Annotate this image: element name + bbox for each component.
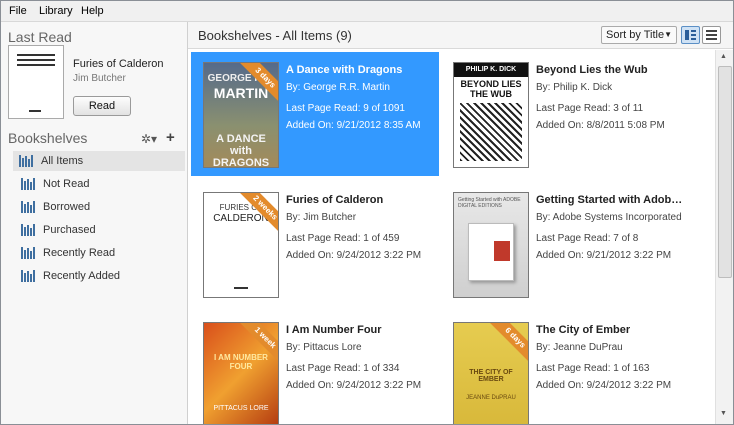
book-author: By: Adobe Systems Incorporated	[536, 212, 682, 223]
book-cover: PHILIP K. DICK BEYOND LIES THE WUB	[453, 62, 529, 168]
book-added: Added On: 9/21/2012 3:22 PM	[536, 250, 672, 261]
sidebar: Last Read Furies of Calderon Jim Butcher…	[1, 22, 188, 424]
book-author: By: Jeanne DuPrau	[536, 342, 623, 353]
shelf-borrowed[interactable]: Borrowed	[15, 197, 185, 217]
book-card[interactable]: GEORGE R.R. MARTIN A DANCE with DRAGONS …	[191, 52, 439, 176]
book-cover: I AM NUMBER FOUR PITTACUS LORE 1 week	[203, 322, 279, 424]
book-added: Added On: 9/21/2012 8:35 AM	[286, 120, 421, 131]
book-author: By: Jim Butcher	[286, 212, 357, 223]
last-read-cover[interactable]	[8, 45, 64, 119]
scroll-down-icon[interactable]: ▼	[720, 410, 727, 417]
book-card[interactable]: PHILIP K. DICK BEYOND LIES THE WUB Beyon…	[441, 52, 689, 176]
shelf-all-items[interactable]: All Items	[13, 151, 185, 171]
menu-help[interactable]: Help	[81, 5, 104, 17]
book-title: A Dance with Dragons	[286, 64, 403, 76]
book-cover: FURIES OF CALDERON 2 weeks	[203, 192, 279, 298]
page-title: Bookshelves - All Items (9)	[198, 28, 352, 43]
book-added: Added On: 8/8/2011 5:08 PM	[536, 120, 665, 131]
bookshelf-icon	[21, 178, 35, 190]
book-added: Added On: 9/24/2012 3:22 PM	[286, 380, 422, 391]
list-view-button[interactable]	[702, 26, 721, 44]
book-author: By: Philip K. Dick	[536, 82, 613, 93]
new-ribbon: 6 days	[485, 323, 528, 368]
cover-text: I AM NUMBER FOUR	[214, 353, 268, 371]
book-added: Added On: 9/24/2012 3:22 PM	[536, 380, 672, 391]
bookshelf-icon	[21, 201, 35, 213]
gear-icon[interactable]: ✲▾	[141, 132, 157, 146]
scroll-up-icon[interactable]: ▲	[720, 53, 727, 60]
bookshelf-icon	[19, 155, 33, 167]
menu-file[interactable]: File	[9, 5, 27, 17]
cover-text: BEYOND LIES THE WUB	[460, 79, 522, 99]
shelf-recently-read[interactable]: Recently Read	[15, 243, 185, 263]
shelf-label: Borrowed	[43, 201, 91, 213]
cover-text: JEANNE DuPRAU	[466, 395, 516, 401]
grid-view-icon	[685, 30, 696, 40]
book-pages: Last Page Read: 1 of 334	[286, 363, 400, 374]
scroll-thumb[interactable]	[718, 66, 732, 278]
shelf-label: All Items	[41, 155, 84, 167]
book-cover: THE CITY OF EMBER JEANNE DuPRAU 6 days	[453, 322, 529, 424]
main-panel: Bookshelves - All Items (9) Sort by Titl…	[188, 22, 733, 424]
shelf-label: Recently Added	[43, 270, 121, 282]
cover-text: Getting Started with ADOBE DIGITAL EDITI…	[458, 197, 521, 209]
book-title: Furies of Calderon	[286, 194, 384, 206]
book-card[interactable]: Getting Started with ADOBE DIGITAL EDITI…	[441, 182, 689, 306]
bookshelves-heading: Bookshelves	[8, 130, 88, 146]
book-pages: Last Page Read: 1 of 163	[536, 363, 650, 374]
app-window: File Library Help Last Read Furies of Ca…	[0, 0, 734, 425]
book-title: Beyond Lies the Wub	[536, 64, 648, 76]
vertical-scrollbar[interactable]: ▲ ▼	[715, 50, 733, 424]
shelf-label: Not Read	[43, 178, 90, 190]
book-pages: Last Page Read: 9 of 1091	[286, 103, 405, 114]
book-pages: Last Page Read: 1 of 459	[286, 233, 400, 244]
last-read-title: Furies of Calderon	[73, 58, 164, 70]
book-author: By: George R.R. Martin	[286, 82, 390, 93]
menu-library[interactable]: Library	[39, 5, 73, 17]
shelf-recently-added[interactable]: Recently Added	[15, 266, 185, 286]
chevron-down-icon: ▼	[664, 30, 672, 39]
list-view-icon	[706, 30, 717, 40]
add-icon[interactable]: +	[166, 129, 175, 146]
book-card[interactable]: I AM NUMBER FOUR PITTACUS LORE 1 week I …	[191, 312, 439, 424]
main-header: Bookshelves - All Items (9) Sort by Titl…	[188, 22, 733, 49]
book-card[interactable]: THE CITY OF EMBER JEANNE DuPRAU 6 days T…	[441, 312, 689, 424]
cover-text: THE CITY OF EMBER	[469, 369, 513, 383]
book-title: I Am Number Four	[286, 324, 382, 336]
sort-dropdown[interactable]: Sort by Title ▼	[601, 26, 677, 44]
book-pages: Last Page Read: 7 of 8	[536, 233, 639, 244]
read-button[interactable]: Read	[73, 96, 131, 116]
book-cover: GEORGE R.R. MARTIN A DANCE with DRAGONS …	[203, 62, 279, 168]
shelf-not-read[interactable]: Not Read	[15, 174, 185, 194]
bookshelf-icon	[21, 224, 35, 236]
shelf-label: Purchased	[43, 224, 96, 236]
book-cover: Getting Started with ADOBE DIGITAL EDITI…	[453, 192, 529, 298]
last-read-author: Jim Butcher	[73, 73, 126, 84]
cover-text: A DANCE with DRAGONS	[212, 133, 270, 168]
last-read-heading: Last Read	[8, 29, 72, 45]
grid-view-button[interactable]	[681, 26, 700, 44]
book-card[interactable]: FURIES OF CALDERON 2 weeks Furies of Cal…	[191, 182, 439, 306]
sort-label: Sort by Title	[606, 29, 665, 41]
book-author: By: Pittacus Lore	[286, 342, 362, 353]
bookshelf-icon	[21, 270, 35, 282]
cover-text: PHILIP K. DICK	[454, 63, 528, 77]
book-title: Getting Started with Adobe D...	[536, 194, 686, 206]
shelf-purchased[interactable]: Purchased	[15, 220, 185, 240]
book-added: Added On: 9/24/2012 3:22 PM	[286, 250, 422, 261]
cover-text: PITTACUS LORE	[213, 405, 269, 412]
shelf-label: Recently Read	[43, 247, 116, 259]
bookshelf-icon	[21, 247, 35, 259]
book-pages: Last Page Read: 3 of 11	[536, 103, 644, 114]
menu-bar: File Library Help	[1, 1, 733, 22]
book-title: The City of Ember	[536, 324, 631, 336]
